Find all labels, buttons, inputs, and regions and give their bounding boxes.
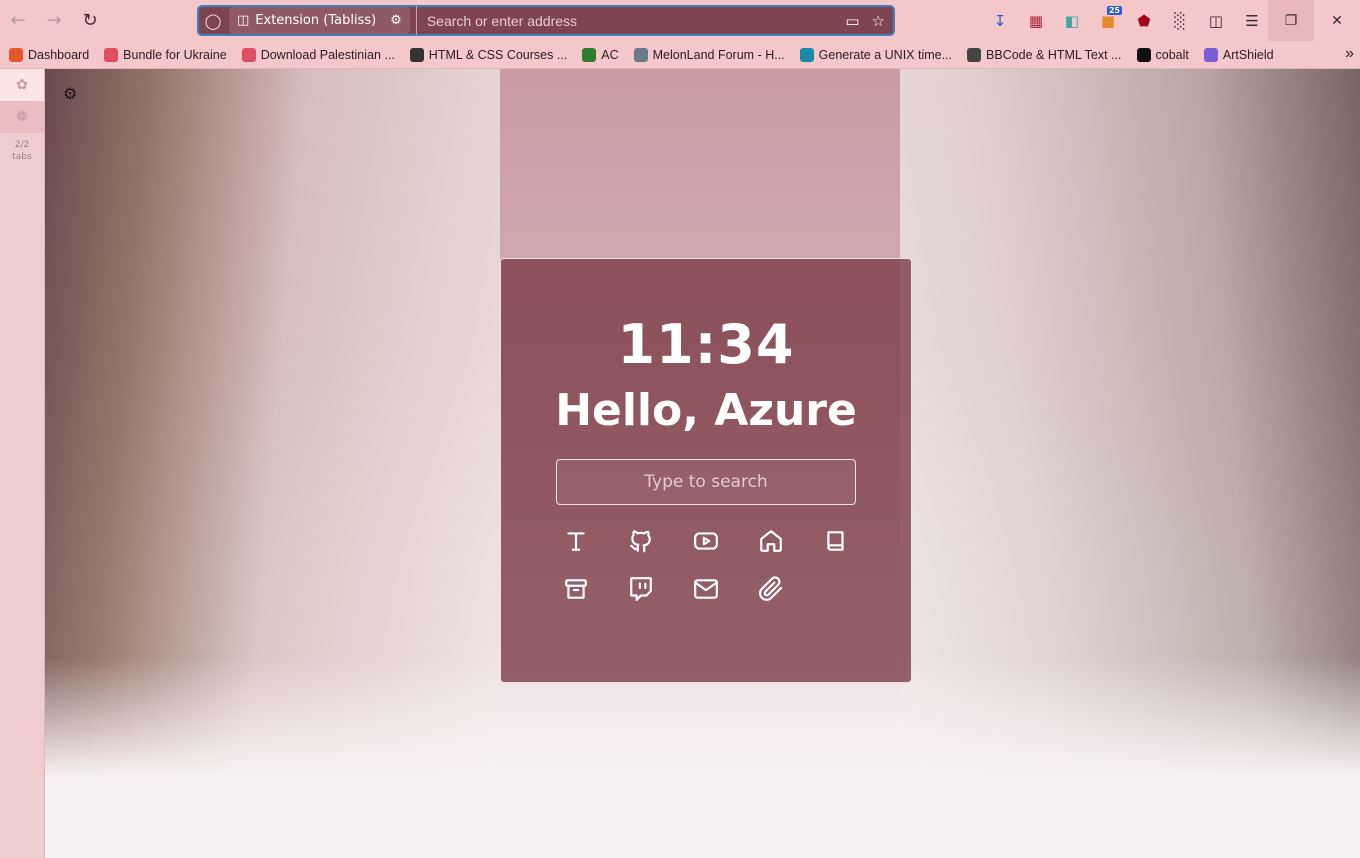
extension-label: Extension (Tabliss): [255, 13, 377, 28]
bookmark-favicon-icon: [409, 47, 424, 62]
library-icon[interactable]: ▦: [1018, 3, 1054, 39]
quick-links: [501, 527, 911, 603]
extensions-icon[interactable]: ◫: [1198, 3, 1234, 39]
reader-view-icon[interactable]: ▭: [845, 12, 859, 30]
bookmark-label: ArtShield: [1222, 47, 1274, 62]
url-input[interactable]: [415, 6, 846, 35]
ublock-icon[interactable]: ⬟: [1126, 3, 1162, 39]
tab-sidebar: ✿ ❁ 2/2 tabs: [0, 69, 45, 858]
url-bar: ◯ ◫ Extension (Tabliss) ⚙ ▭ ☆: [197, 5, 895, 36]
bookmark-favicon-icon: [104, 47, 119, 62]
extension-chip[interactable]: ◫ Extension (Tabliss) ⚙: [229, 7, 410, 34]
sidebar-tab-2[interactable]: ❁: [0, 101, 44, 133]
tab-count: 2/2 tabs: [0, 139, 44, 163]
tab-count-label: tabs: [12, 152, 32, 162]
sidebar-tab-1[interactable]: ✿: [0, 69, 44, 101]
bookmark-favicon-icon: [241, 47, 256, 62]
close-window-icon[interactable]: ✕: [1314, 0, 1360, 41]
bookmark-label: MelonLand Forum - H...: [652, 47, 785, 62]
permissions-icon[interactable]: ⚙: [390, 13, 402, 28]
settings-gear-icon[interactable]: ⚙: [63, 84, 77, 103]
bookmark-label: Download Palestinian ...: [260, 47, 395, 62]
bookmark-favicon-icon: [1136, 47, 1151, 62]
bookmark-label: BBCode & HTML Text ...: [986, 47, 1122, 62]
badge-count: 25: [1106, 5, 1122, 15]
bookmark-item[interactable]: cobalt: [1128, 47, 1195, 62]
bookmark-favicon-icon: [1203, 47, 1218, 62]
restore-window-icon[interactable]: ❐: [1268, 0, 1314, 41]
bookmark-label: HTML & CSS Courses ...: [428, 47, 568, 62]
bookmark-item[interactable]: Bundle for Ukraine: [95, 47, 233, 62]
forward-icon[interactable]: →: [36, 3, 72, 39]
bookmark-favicon-icon: [967, 47, 982, 62]
clock: 11:34: [617, 313, 795, 376]
bookmark-favicon-icon: [9, 47, 23, 62]
bookmark-favicon-icon: [633, 47, 648, 62]
back-icon[interactable]: ←: [0, 3, 36, 39]
background-snow-road: [45, 658, 1360, 858]
bookmark-item[interactable]: MelonLand Forum - H...: [625, 47, 791, 62]
bookmark-item[interactable]: AC: [573, 47, 624, 62]
bookmark-item[interactable]: Download Palestinian ...: [233, 47, 401, 62]
download-icon[interactable]: ↧: [982, 3, 1018, 39]
dashboard-panel: 11:34 Hello, Azure: [500, 258, 912, 683]
bookmark-label: Dashboard: [28, 47, 90, 62]
bookmark-label: Generate a UNIX time...: [818, 47, 953, 62]
reader-icon[interactable]: ◧: [1054, 3, 1090, 39]
search-input[interactable]: [556, 459, 856, 505]
bookmark-item[interactable]: Generate a UNIX time...: [791, 47, 958, 62]
puzzle-icon: ◫: [237, 13, 250, 28]
paperclip-icon[interactable]: [739, 575, 804, 603]
shield-icon[interactable]: ◯: [199, 12, 227, 30]
menu-icon[interactable]: ☰: [1234, 3, 1270, 39]
paw-icon: ✿: [16, 77, 28, 93]
extension-badge-icon[interactable]: ■ 25: [1090, 3, 1126, 39]
browser-toolbar: ← → ↻ ◯ ◫ Extension (Tabliss) ⚙ ▭ ☆ ↧ ▦ …: [0, 0, 1360, 41]
youtube-icon[interactable]: [674, 527, 739, 555]
bin-icon[interactable]: ░: [1162, 3, 1198, 39]
github-icon[interactable]: [609, 527, 674, 555]
book-icon[interactable]: [804, 527, 869, 555]
bookmark-item[interactable]: HTML & CSS Courses ...: [401, 47, 573, 62]
new-tab-page: ⚙ 11:34 Hello, Azure: [45, 69, 1360, 858]
archive-icon[interactable]: [544, 575, 609, 603]
bookmark-label: cobalt: [1155, 47, 1189, 62]
reload-icon[interactable]: ↻: [72, 3, 108, 39]
bookmark-favicon-icon: [582, 47, 597, 62]
twitch-icon[interactable]: [609, 575, 674, 603]
text-icon[interactable]: [544, 527, 609, 555]
home-icon[interactable]: [739, 527, 804, 555]
tab-count-value: 2/2: [14, 140, 30, 150]
bookmark-label: Bundle for Ukraine: [123, 47, 227, 62]
bookmark-star-icon[interactable]: ☆: [872, 12, 885, 30]
bookmark-item[interactable]: ArtShield: [1195, 47, 1280, 62]
bookmark-label: AC: [601, 47, 619, 62]
greeting: Hello, Azure: [555, 385, 857, 436]
bookmarks-bar: Dashboard Bundle for Ukraine Download Pale…: [0, 41, 1360, 69]
bookmark-item[interactable]: Dashboard: [0, 47, 95, 62]
bookmarks-overflow-icon[interactable]: »: [1345, 45, 1354, 63]
bookmark-item[interactable]: BBCode & HTML Text ...: [958, 47, 1127, 62]
mail-icon[interactable]: [674, 575, 739, 603]
bookmark-favicon-icon: [799, 47, 814, 62]
flower-icon: ❁: [16, 109, 28, 125]
